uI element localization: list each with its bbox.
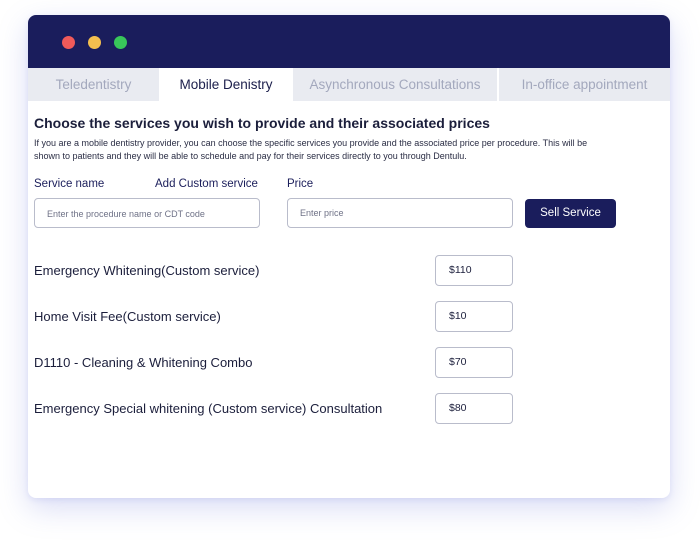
close-window-dot[interactable] — [62, 36, 75, 49]
service-row-name: D1110 - Cleaning & Whitening Combo — [34, 355, 253, 370]
section-description: If you are a mobile dentistry provider, … — [34, 138, 588, 161]
price-label: Price — [287, 178, 314, 190]
service-row-price-field[interactable]: $110 — [435, 255, 513, 286]
service-row-price-field[interactable]: $10 — [435, 301, 513, 332]
service-row-name: Home Visit Fee(Custom service) — [34, 309, 221, 324]
add-custom-service-link[interactable]: Add Custom service — [155, 178, 258, 190]
maximize-window-dot[interactable] — [114, 36, 127, 49]
service-name-input[interactable]: Enter the procedure name or CDT code — [34, 198, 260, 228]
service-row-name: Emergency Special whitening (Custom serv… — [34, 401, 383, 416]
tab-bar: Teledentistry Mobile Denistry Asynchrono… — [28, 68, 670, 101]
service-row-price-field[interactable]: $70 — [435, 347, 513, 378]
price-input[interactable]: Enter price — [287, 198, 513, 228]
tab-asynchronous-consultations[interactable]: Asynchronous Consultations — [293, 68, 497, 101]
tab-teledentistry[interactable]: Teledentistry — [28, 68, 159, 101]
section-heading: Choose the services you wish to provide … — [34, 115, 490, 131]
minimize-window-dot[interactable] — [88, 36, 101, 49]
tab-in-office-appointment[interactable]: In-office appointment — [499, 68, 670, 101]
service-row-price-field[interactable]: $80 — [435, 393, 513, 424]
app-window: Teledentistry Mobile Denistry Asynchrono… — [28, 15, 670, 498]
sell-service-button[interactable]: Sell Service — [525, 199, 616, 228]
title-bar — [28, 15, 670, 68]
tab-mobile-dentistry[interactable]: Mobile Denistry — [161, 68, 291, 101]
service-name-label: Service name — [34, 178, 105, 190]
service-row-name: Emergency Whitening(Custom service) — [34, 263, 260, 278]
